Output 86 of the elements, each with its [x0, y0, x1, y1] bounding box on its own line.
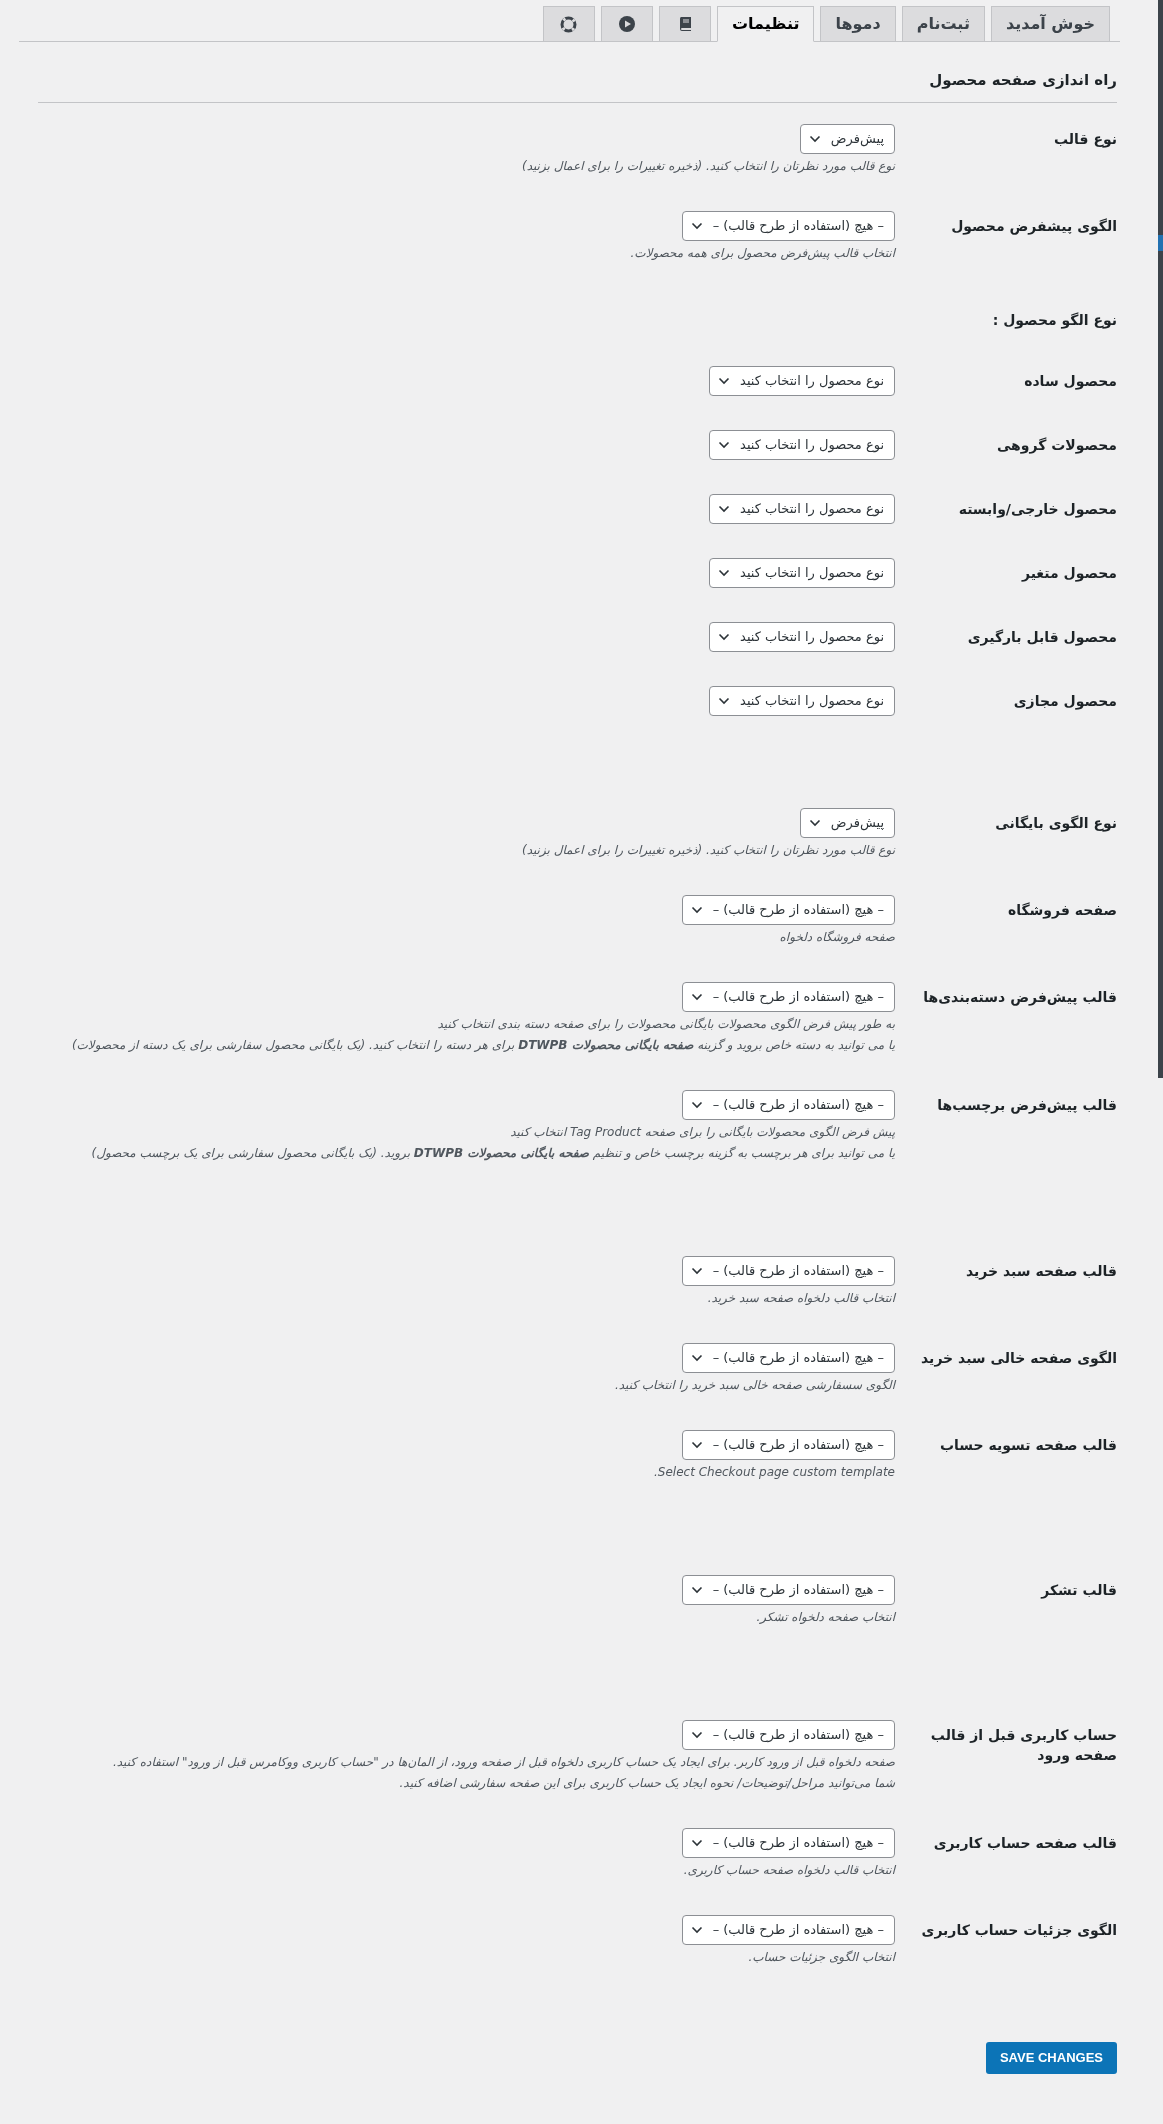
group-heading: نوع الگو محصول :	[992, 312, 1117, 328]
chevron-down-icon	[690, 1354, 703, 1362]
field-label: حساب کاربری قبل از قالب صفحه ورود	[929, 1726, 1117, 1765]
chevron-down-icon	[690, 906, 703, 914]
save-changes-button[interactable]: SAVE CHANGES	[985, 2042, 1117, 2074]
field-label: صفحه فروشگاه	[1006, 901, 1117, 920]
dropdown[interactable]: نوع محصول را انتخاب کنید	[709, 686, 895, 716]
field-description: انتخاب قالب دلخواه صفحه سبد خرید.	[706, 1290, 895, 1307]
field-label: الگوی پیشفرض محصول	[950, 217, 1117, 236]
section-title: راه اندازی صفحه محصول	[928, 70, 1117, 90]
chevron-down-icon	[718, 441, 731, 449]
field-description: یا می توانید به دسته خاص بروید و گزینه صفحه بایگانی محصولات DTWPB برای هر دسته را انتخاب کنید. (یک بایگانی محصول سفارشی برای یک دسته از محصولات)	[70, 1037, 895, 1055]
chevron-down-icon	[718, 377, 731, 385]
dropdown[interactable]: نوع محصول را انتخاب کنید	[709, 494, 895, 524]
field-label: الگوی صفحه خالی سبد خرید	[920, 1349, 1117, 1368]
dropdown[interactable]: نوع محصول را انتخاب کنید	[709, 430, 895, 460]
field-label: محصول مجازی	[1012, 692, 1117, 711]
field-label: الگوی جزئیات حساب کاربری	[920, 1921, 1117, 1940]
dropdown[interactable]: – هیچ (استفاده از طرح قالب) –	[681, 982, 895, 1012]
field-label: قالب پیش‌فرض دسته‌بندی‌ها	[922, 988, 1117, 1007]
field-description: صفحه دلخواه قبل از ورود کاربر. برای ایجاد یک حساب کاربری دلخواه قبل از صفحه ورود، از المان‌ها در "حساب کاربری ووکامرس قبل از ورود" استفاده کنید.	[111, 1754, 895, 1771]
field-description: نوع قالب مورد نظرتان را انتخاب کنید. (ذخیره تغییرات را برای اعمال بزنید)	[521, 842, 895, 859]
chevron-down-icon	[718, 505, 731, 513]
tab[interactable]: خوش آمدید	[990, 6, 1110, 42]
field-label: محصول ساده	[1023, 372, 1117, 391]
field-description: صفحه فروشگاه دلخواه	[778, 929, 895, 946]
lifebuoy-icon	[560, 15, 578, 33]
field-label: محصول قابل بارگیری	[966, 628, 1117, 647]
dropdown[interactable]: – هیچ (استفاده از طرح قالب) –	[681, 1343, 895, 1373]
dropdown[interactable]: پیش‌فرض	[799, 124, 895, 154]
chevron-down-icon	[690, 1267, 703, 1275]
chevron-down-icon	[718, 569, 731, 577]
chevron-down-icon	[690, 1441, 703, 1449]
field-description: Select Checkout page custom template.	[653, 1464, 895, 1481]
chevron-down-icon	[690, 1839, 703, 1847]
dropdown[interactable]: – هیچ (استفاده از طرح قالب) –	[681, 1720, 895, 1750]
field-label: نوع الگوی بایگانی	[994, 814, 1117, 833]
field-label: قالب صفحه سبد خرید	[964, 1262, 1117, 1281]
field-description: نوع قالب مورد نظرتان را انتخاب کنید. (ذخیره تغییرات را برای اعمال بزنید)	[521, 158, 895, 175]
dropdown[interactable]: نوع محصول را انتخاب کنید	[709, 366, 895, 396]
field-description: یا می توانید برای هر برچسب به گزینه برچسب خاص و تنظیم صفحه بایگانی محصولات DTWPB بروید. (یک بایگانی محصول سفارشی برای یک برچسب محصول)	[90, 1145, 895, 1163]
icon-tab[interactable]	[542, 6, 595, 42]
chevron-down-icon	[690, 1586, 703, 1594]
chevron-down-icon	[718, 697, 731, 705]
chevron-down-icon	[808, 819, 821, 827]
tab[interactable]: تنظیمات	[716, 6, 815, 42]
field-label: محصول خارجی/وابسته	[957, 500, 1117, 519]
dropdown[interactable]: – هیچ (استفاده از طرح قالب) –	[681, 211, 895, 241]
field-label: نوع قالب	[1053, 130, 1117, 149]
dropdown[interactable]: – هیچ (استفاده از طرح قالب) –	[681, 1915, 895, 1945]
field-description: انتخاب قالب دلخواه صفحه حساب کاربری.	[682, 1862, 895, 1879]
chevron-down-icon	[690, 1731, 703, 1739]
field-description: انتخاب صفحه دلخواه تشکر.	[755, 1609, 895, 1626]
icon-tab[interactable]	[600, 6, 653, 42]
scrollbar[interactable]	[1158, 0, 1163, 1078]
chevron-down-icon	[690, 993, 703, 1001]
field-label: قالب تشکر	[1039, 1581, 1117, 1600]
icon-tab[interactable]	[658, 6, 711, 42]
play-icon	[618, 16, 635, 32]
tab[interactable]: دموها	[820, 6, 896, 42]
field-description: انتخاب الگوی جزئیات حساب.	[747, 1949, 895, 1966]
chevron-down-icon	[718, 633, 731, 641]
chevron-down-icon	[690, 1101, 703, 1109]
field-label: قالب پیش‌فرض برچسب‌ها	[936, 1096, 1117, 1115]
chevron-down-icon	[808, 135, 821, 143]
field-description: انتخاب قالب پیش‌فرض محصول برای همه محصولات.	[629, 245, 895, 262]
dropdown[interactable]: – هیچ (استفاده از طرح قالب) –	[681, 895, 895, 925]
chevron-down-icon	[690, 222, 703, 230]
field-description: به طور پیش فرض الگوی محصولات بایگانی محصولات را برای صفحه دسته بندی انتخاب کنید	[436, 1016, 895, 1033]
dropdown[interactable]: – هیچ (استفاده از طرح قالب) –	[681, 1090, 895, 1120]
dropdown[interactable]: – هیچ (استفاده از طرح قالب) –	[681, 1828, 895, 1858]
field-description: پیش فرض الگوی محصولات بایگانی را برای صفحه Tag Product انتخاب کنید	[509, 1124, 895, 1141]
field-description: شما می‌توانید مراحل/توضیحات/ نحوه ایجاد یک حساب کاربری برای این صفحه سفارشی اضافه کنید.	[398, 1775, 895, 1792]
tab[interactable]: ثبت‌نام	[901, 6, 985, 42]
dropdown[interactable]: پیش‌فرض	[799, 808, 895, 838]
dropdown[interactable]: – هیچ (استفاده از طرح قالب) –	[681, 1256, 895, 1286]
field-label: محصولات گروهی	[995, 436, 1117, 455]
field-label: قالب صفحه حساب کاربری	[932, 1834, 1117, 1853]
dropdown[interactable]: – هیچ (استفاده از طرح قالب) –	[681, 1575, 895, 1605]
dropdown[interactable]: نوع محصول را انتخاب کنید	[709, 558, 895, 588]
dropdown[interactable]: نوع محصول را انتخاب کنید	[709, 622, 895, 652]
field-label: قالب صفحه تسویه حساب	[939, 1436, 1117, 1455]
field-description: الگوی سسفارشی صفحه خالی سبد خرید را انتخاب کنید.	[613, 1377, 895, 1394]
chevron-down-icon	[690, 1926, 703, 1934]
field-label: محصول متغیر	[1020, 564, 1117, 583]
dropdown[interactable]: – هیچ (استفاده از طرح قالب) –	[681, 1430, 895, 1460]
